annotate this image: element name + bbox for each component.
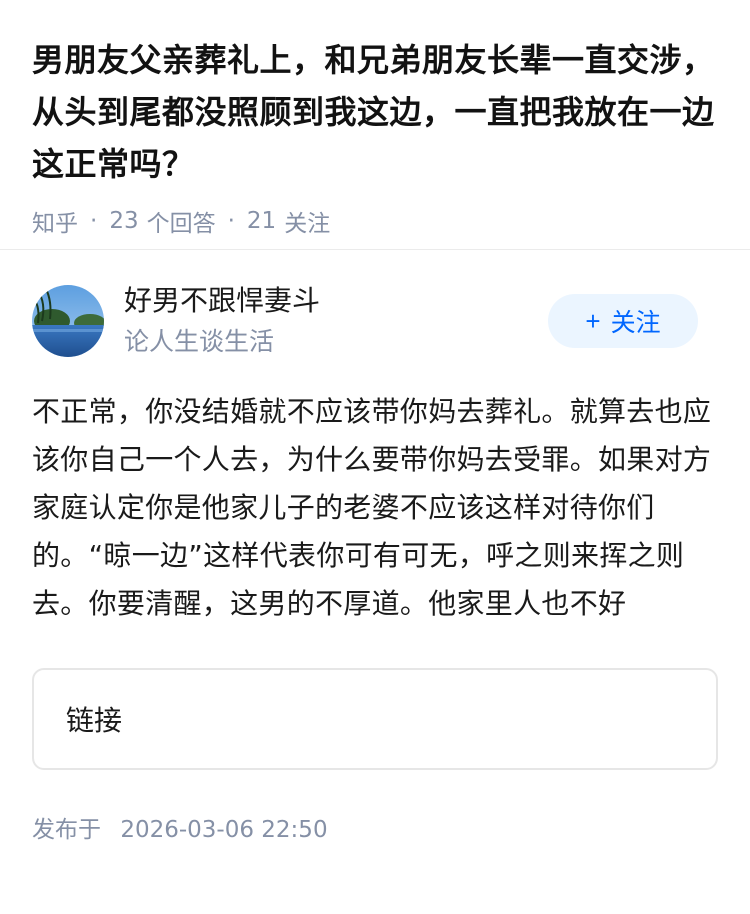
source-label[interactable]: 知乎 bbox=[32, 204, 78, 238]
follow-button-label: 关注 bbox=[610, 309, 661, 337]
follow-button[interactable]: + 关注 bbox=[548, 294, 698, 348]
answer-card: 好男不跟悍妻斗 论人生谈生活 + 关注 不正常，你没结婚就不应该带你妈去葬礼。就… bbox=[0, 250, 750, 844]
answer-count-label[interactable]: 个回答 bbox=[147, 204, 216, 238]
author-bio: 论人生谈生活 bbox=[124, 327, 275, 356]
question-title[interactable]: 男朋友父亲葬礼上，和兄弟朋友长辈一直交涉，从头到尾都没照顾到我这边，一直把我放在… bbox=[32, 34, 718, 190]
question-header: 男朋友父亲葬礼上，和兄弟朋友长辈一直交涉，从头到尾都没照顾到我这边，一直把我放在… bbox=[0, 0, 750, 250]
question-meta: 知乎 · 23 个回答 · 21 关注 bbox=[32, 204, 718, 238]
publish-time: 2026-03-06 22:50 bbox=[120, 817, 328, 843]
avatar-lake-image bbox=[32, 285, 104, 357]
author-row: 好男不跟悍妻斗 论人生谈生活 + 关注 bbox=[32, 284, 718, 358]
link-label: 链接 bbox=[66, 704, 123, 737]
separator-dot: · bbox=[90, 208, 98, 234]
separator-dot: · bbox=[227, 208, 235, 234]
publish-info: 发布于 2026-03-06 22:50 bbox=[32, 810, 718, 844]
publish-label: 发布于 bbox=[32, 817, 101, 843]
follower-count: 21 bbox=[246, 208, 277, 234]
plus-icon: + bbox=[585, 305, 601, 336]
answer-count: 23 bbox=[109, 208, 139, 234]
author-info: 好男不跟悍妻斗 论人生谈生活 bbox=[124, 283, 548, 359]
author-name[interactable]: 好男不跟悍妻斗 bbox=[124, 283, 548, 319]
link-card[interactable]: 链接 bbox=[32, 668, 718, 770]
answer-text: 不正常，你没结婚就不应该带你妈去葬礼。就算去也应该你自己一个人去，为什么要带你妈… bbox=[32, 395, 712, 620]
avatar[interactable] bbox=[32, 285, 104, 357]
follower-count-label[interactable]: 关注 bbox=[284, 204, 330, 238]
